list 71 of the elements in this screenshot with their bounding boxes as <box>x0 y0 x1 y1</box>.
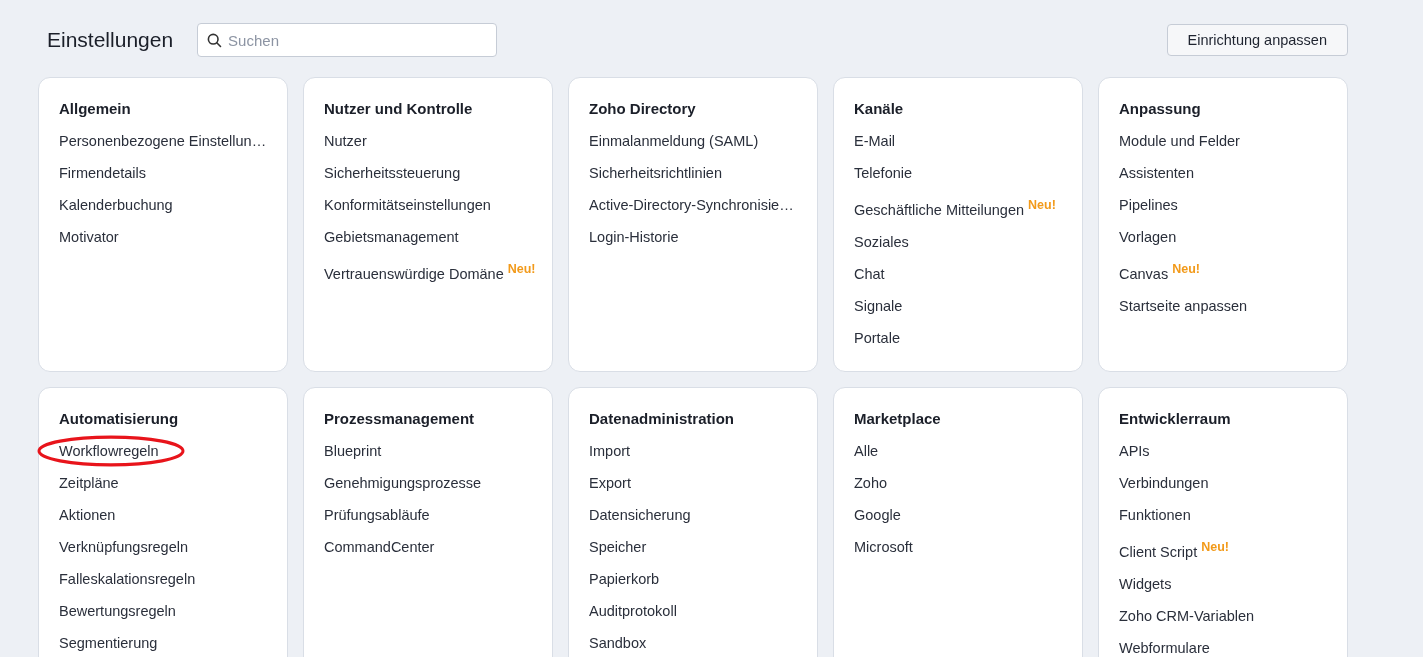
new-label: Neu! <box>1201 540 1229 554</box>
card-title: Datenadministration <box>589 409 736 429</box>
card-title: Kanäle <box>854 99 905 119</box>
settings-link[interactable]: Konformitätseinstellungen <box>324 197 491 213</box>
settings-link[interactable]: Vertrauenswürdige Domäne <box>324 266 504 282</box>
settings-link[interactable]: Auditprotokoll <box>589 603 677 619</box>
settings-link[interactable]: Sandbox <box>589 635 647 651</box>
settings-link[interactable]: Login-Historie <box>589 229 679 245</box>
settings-link[interactable]: Portale <box>854 330 900 346</box>
settings-link[interactable]: Canvas <box>1119 266 1169 282</box>
settings-link[interactable]: Aktionen <box>59 507 116 523</box>
card-title: Automatisierung <box>59 409 180 429</box>
settings-link[interactable]: Export <box>589 475 631 491</box>
settings-link[interactable]: Falleskalationsregeln <box>59 571 196 587</box>
settings-link[interactable]: Kalenderbuchung <box>59 197 173 213</box>
settings-link[interactable]: Chat <box>854 266 885 282</box>
new-label: Neu! <box>1028 198 1056 212</box>
page-title: Einstellungen <box>47 28 174 52</box>
settings-link[interactable]: Client Script <box>1119 544 1198 560</box>
settings-link[interactable]: Telefonie <box>854 165 913 181</box>
settings-link[interactable]: Signale <box>854 298 903 314</box>
settings-link[interactable]: Prüfungsabläufe <box>324 507 430 523</box>
settings-link[interactable]: Datensicherung <box>589 507 691 523</box>
settings-link[interactable]: Bewertungsregeln <box>59 603 176 619</box>
settings-link[interactable]: Microsoft <box>854 539 913 555</box>
settings-link[interactable]: Assistenten <box>1119 165 1194 181</box>
settings-link[interactable]: Pipelines <box>1119 197 1178 213</box>
settings-link[interactable]: Funktionen <box>1119 507 1191 523</box>
settings-link[interactable]: Speicher <box>589 539 647 555</box>
settings-link[interactable]: Gebietsmanagement <box>324 229 459 245</box>
settings-link[interactable]: Sicherheitssteuerung <box>324 165 461 181</box>
settings-link[interactable]: Papierkorb <box>589 571 660 587</box>
settings-link[interactable]: Soziales <box>854 234 909 250</box>
settings-link[interactable]: Zoho <box>854 475 888 491</box>
settings-link[interactable]: Import <box>589 443 631 459</box>
settings-link[interactable]: Module und Felder <box>1119 133 1240 149</box>
settings-link[interactable]: Nutzer <box>324 133 367 149</box>
card-title: Prozessmanagement <box>324 409 476 429</box>
settings-link[interactable]: Verbindungen <box>1119 475 1209 491</box>
settings-link[interactable]: Webformulare <box>1119 640 1210 656</box>
settings-link[interactable]: Verknüpfungsregeln <box>59 539 188 555</box>
search-field[interactable]: Suchen <box>197 23 498 57</box>
settings-link[interactable]: Geschäftliche Mitteilungen <box>854 202 1025 218</box>
card-title: Entwicklerraum <box>1119 409 1232 429</box>
settings-link[interactable]: Active-Directory-Synchronisie… <box>589 197 794 213</box>
settings-link[interactable]: Genehmigungsprozesse <box>324 475 482 491</box>
customize-button[interactable]: Einrichtung anpassen <box>1166 24 1348 56</box>
card-title: Zoho Directory <box>589 99 697 119</box>
card-title: Allgemein <box>59 99 132 119</box>
new-label: Neu! <box>507 262 536 276</box>
settings-link[interactable]: E-Mail <box>854 133 896 149</box>
settings-link[interactable]: Zeitpläne <box>59 475 119 491</box>
settings-link[interactable]: Einmalanmeldung (SAML) <box>589 133 759 149</box>
settings-link[interactable]: Widgets <box>1119 576 1172 592</box>
settings-link[interactable]: Vorlagen <box>1119 229 1177 245</box>
settings-link[interactable]: Startseite anpassen <box>1119 298 1248 314</box>
settings-link[interactable]: Google <box>854 507 901 523</box>
new-label: Neu! <box>1172 262 1200 276</box>
settings-link[interactable]: Alle <box>854 443 879 459</box>
settings-link[interactable]: Personenbezogene Einstellun… <box>59 133 267 149</box>
card-title: Nutzer und Kontrolle <box>324 99 474 119</box>
settings-link[interactable]: CommandCenter <box>324 539 435 555</box>
settings-link[interactable]: Zoho CRM-Variablen <box>1119 608 1255 624</box>
settings-link[interactable]: Sicherheitsrichtlinien <box>589 165 722 181</box>
settings-link[interactable]: Firmendetails <box>59 165 147 181</box>
settings-link[interactable]: Blueprint <box>324 443 382 459</box>
settings-link[interactable]: Segmentierung <box>59 635 158 651</box>
settings-link[interactable]: APIs <box>1119 443 1150 459</box>
card-title: Marketplace <box>854 409 942 429</box>
settings-link[interactable]: Motivator <box>59 229 119 245</box>
card-title: Anpassung <box>1119 99 1202 119</box>
